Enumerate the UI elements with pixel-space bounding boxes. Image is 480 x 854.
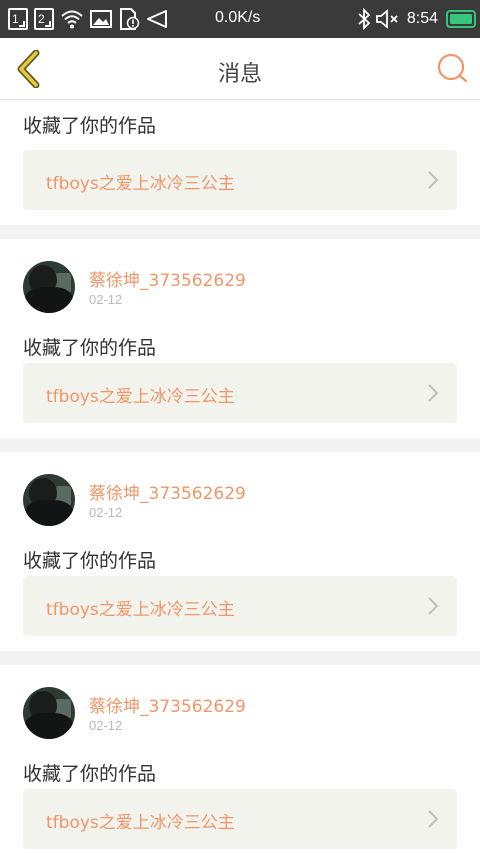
search-icon[interactable] <box>436 52 468 84</box>
avatar[interactable] <box>23 687 75 739</box>
message-item: 蔡徐坤_373562629 02-12 收藏了你的作品 tfboys之爱上冰冷三… <box>0 452 480 651</box>
status-bar: 1 2 0.0K/s 8:54 <box>0 0 480 38</box>
wifi-icon <box>61 10 83 29</box>
work-title: tfboys之爱上冰冷三公主 <box>46 813 235 833</box>
message-user[interactable]: 蔡徐坤_373562629 02-12 <box>23 452 457 526</box>
message-action-text: 收藏了你的作品 <box>23 337 157 359</box>
message-item: 蔡徐坤_373562629 02-12 收藏了你的作品 tfboys之爱上冰冷三… <box>0 665 480 854</box>
message-user[interactable]: 蔡徐坤_373562629 02-12 <box>23 665 457 739</box>
chevron-right-icon <box>428 384 439 402</box>
sim2-icon: 2 <box>34 8 54 30</box>
message-date: 02-12 <box>89 505 123 520</box>
message-user[interactable]: 蔡徐坤_373562629 02-12 <box>23 239 457 313</box>
network-speed: 0.0K/s <box>215 9 261 26</box>
mute-icon <box>375 9 398 29</box>
sim1-icon: 1 <box>8 8 28 30</box>
message-item: 收藏了你的作品 tfboys之爱上冰冷三公主 <box>0 101 480 225</box>
clock: 8:54 <box>406 10 438 27</box>
work-title: tfboys之爱上冰冷三公主 <box>46 600 235 620</box>
chevron-right-icon <box>428 810 439 828</box>
message-date: 02-12 <box>89 292 123 307</box>
work-title: tfboys之爱上冰冷三公主 <box>46 387 235 407</box>
work-link[interactable]: tfboys之爱上冰冷三公主 <box>23 789 457 849</box>
username[interactable]: 蔡徐坤_373562629 <box>89 692 246 717</box>
chevron-right-icon <box>428 171 439 189</box>
status-left-icons: 1 2 <box>8 8 168 30</box>
image-icon <box>90 10 112 28</box>
work-title: tfboys之爱上冰冷三公主 <box>46 174 235 194</box>
bluetooth-icon <box>358 8 371 30</box>
work-link[interactable]: tfboys之爱上冰冷三公主 <box>23 150 457 210</box>
avatar[interactable] <box>23 474 75 526</box>
work-link[interactable]: tfboys之爱上冰冷三公主 <box>23 576 457 636</box>
avatar[interactable] <box>23 261 75 313</box>
username[interactable]: 蔡徐坤_373562629 <box>89 266 246 291</box>
chevron-right-icon <box>428 597 439 615</box>
page-title: 消息 <box>217 62 262 87</box>
message-item: 蔡徐坤_373562629 02-12 收藏了你的作品 tfboys之爱上冰冷三… <box>0 239 480 438</box>
username[interactable]: 蔡徐坤_373562629 <box>89 479 246 504</box>
message-action-text: 收藏了你的作品 <box>23 550 157 572</box>
sim-alert-icon <box>120 8 140 30</box>
message-date: 02-12 <box>89 718 123 733</box>
battery-icon <box>446 10 476 28</box>
status-right-icons: 8:54 <box>357 7 476 31</box>
navigation-icon <box>147 10 167 28</box>
message-action-text: 收藏了你的作品 <box>23 763 157 785</box>
nav-bar: 消息 <box>0 38 480 100</box>
message-list: 收藏了你的作品 tfboys之爱上冰冷三公主 蔡徐坤_373562629 02-… <box>0 101 480 854</box>
message-action-text: 收藏了你的作品 <box>23 115 157 137</box>
work-link[interactable]: tfboys之爱上冰冷三公主 <box>23 363 457 423</box>
